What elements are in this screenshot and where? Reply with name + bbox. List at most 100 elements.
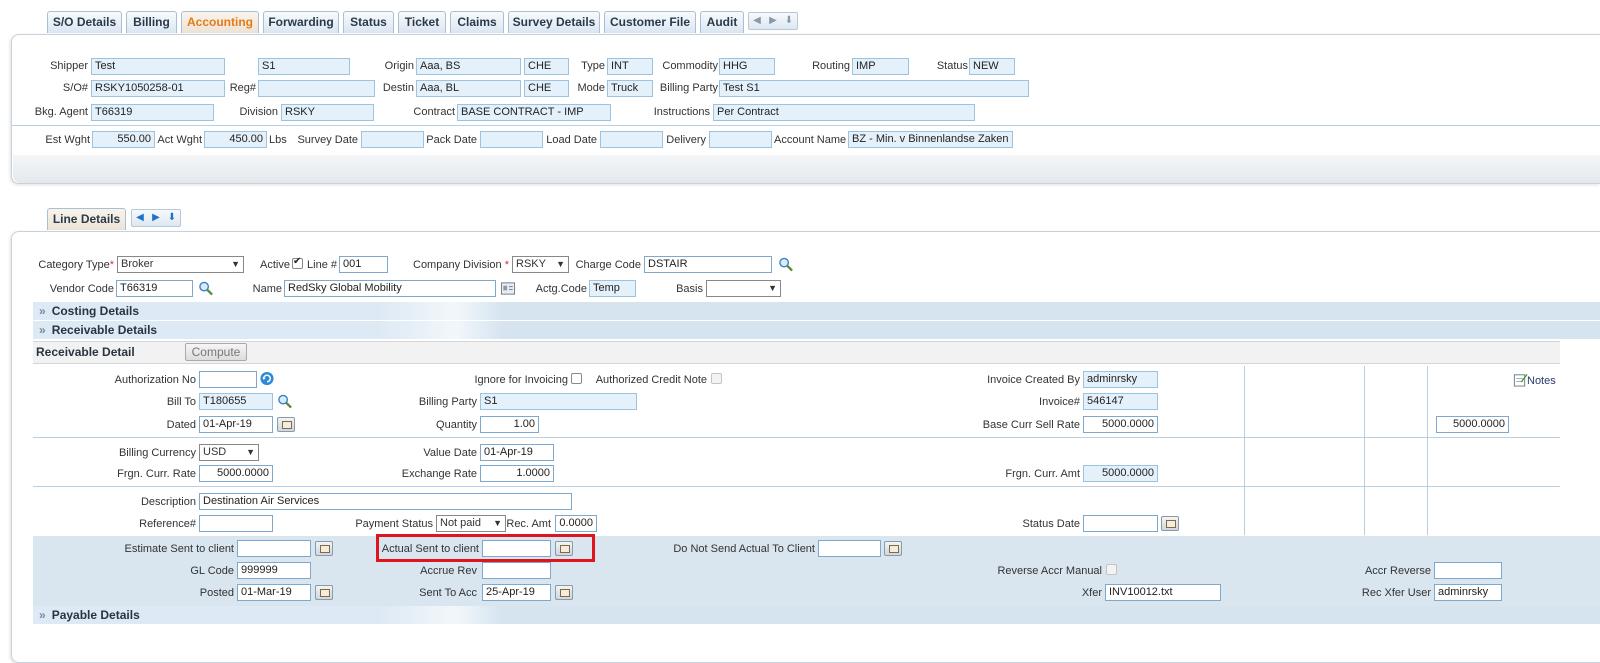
tab-audit[interactable]: Audit bbox=[700, 11, 744, 33]
bill-to-search-icon[interactable] bbox=[277, 394, 293, 409]
frgn-curr-rate-field[interactable]: 5000.0000 bbox=[199, 465, 273, 482]
mode-field[interactable]: Truck bbox=[607, 80, 653, 97]
origin-field[interactable]: Aaa, BS bbox=[416, 58, 521, 75]
tab-status[interactable]: Status bbox=[343, 11, 394, 33]
category-type-select[interactable]: Broker ▼ bbox=[117, 256, 244, 273]
bkg-agent-field[interactable]: T66319 bbox=[91, 104, 214, 121]
load-date-field[interactable] bbox=[600, 131, 663, 148]
tab-line-details[interactable]: Line Details bbox=[47, 208, 126, 230]
posted-calendar-icon[interactable] bbox=[315, 585, 333, 600]
status-date-field[interactable] bbox=[1083, 515, 1158, 532]
contract-field[interactable]: BASE CONTRACT - IMP bbox=[457, 104, 611, 121]
vendor-name-field[interactable]: RedSky Global Mobility bbox=[284, 280, 496, 297]
description-field[interactable]: Destination Air Services bbox=[199, 493, 572, 510]
sent-to-acc-field[interactable]: 25-Apr-19 bbox=[482, 584, 551, 601]
next-icon[interactable]: ▶ bbox=[765, 13, 781, 29]
tab-forwarding[interactable]: Forwarding bbox=[263, 11, 339, 33]
tab-billing[interactable]: Billing bbox=[126, 11, 177, 33]
type-field[interactable]: INT bbox=[607, 58, 653, 75]
est-wght-field[interactable]: 550.00 bbox=[92, 131, 155, 148]
address-card-icon[interactable] bbox=[500, 281, 516, 296]
delivery-field[interactable] bbox=[709, 131, 772, 148]
tab-claims[interactable]: Claims bbox=[450, 11, 504, 33]
download-line-icon[interactable]: ⬇ bbox=[164, 210, 180, 226]
reference-field[interactable] bbox=[199, 515, 273, 532]
gl-code-field[interactable]: 999999 bbox=[237, 562, 311, 579]
do-not-send-field[interactable] bbox=[818, 540, 881, 557]
do-not-send-calendar-icon[interactable] bbox=[884, 541, 902, 556]
compute-button[interactable]: Compute bbox=[185, 343, 247, 361]
payable-details-header[interactable]: » Payable Details bbox=[33, 606, 1600, 624]
charge-code-search-icon[interactable] bbox=[778, 257, 794, 272]
sent-to-acc-calendar-icon[interactable] bbox=[555, 585, 573, 600]
quantity-field[interactable]: 1.00 bbox=[480, 416, 539, 433]
reg-field[interactable] bbox=[258, 80, 375, 97]
frgn-curr-amt-field[interactable]: 5000.0000 bbox=[1083, 465, 1158, 482]
xfer-field[interactable]: INV10012.txt bbox=[1105, 584, 1221, 601]
rec-xfer-user-field[interactable]: adminrsky bbox=[1434, 584, 1502, 601]
account-name-field[interactable]: BZ - Min. v Binnenlandse Zaken bbox=[848, 131, 1013, 148]
actual-sent-calendar-icon[interactable] bbox=[555, 541, 573, 556]
line-number-field[interactable]: 001 bbox=[339, 256, 388, 273]
base-curr-sell-rate-field[interactable]: 5000.0000 bbox=[1083, 416, 1158, 433]
receivable-billing-party-field[interactable]: S1 bbox=[480, 393, 637, 410]
ignore-invoicing-checkbox[interactable] bbox=[571, 373, 582, 384]
payment-status-select[interactable]: Not paid ▼ bbox=[436, 515, 506, 532]
status-date-calendar-icon[interactable] bbox=[1161, 516, 1179, 531]
destin-field[interactable]: Aaa, BL bbox=[416, 80, 521, 97]
estimate-sent-calendar-icon[interactable] bbox=[315, 541, 333, 556]
accrue-rev-field[interactable] bbox=[482, 562, 551, 579]
act-wght-field[interactable]: 450.00 bbox=[204, 131, 267, 148]
tab-accounting[interactable]: Accounting bbox=[181, 11, 259, 33]
vendor-search-icon[interactable] bbox=[198, 281, 214, 296]
commodity-field[interactable]: HHG bbox=[719, 58, 775, 75]
refresh-icon[interactable] bbox=[259, 371, 275, 386]
basis-select[interactable]: ▼ bbox=[706, 280, 781, 297]
rec-amt-field[interactable]: 0.0000 bbox=[555, 515, 597, 532]
notes-icon[interactable] bbox=[1512, 372, 1528, 387]
bill-to-field[interactable]: T180655 bbox=[199, 393, 273, 410]
next-line-icon[interactable]: ▶ bbox=[148, 210, 164, 226]
instructions-field[interactable]: Per Contract bbox=[713, 104, 975, 121]
tab-survey-details[interactable]: Survey Details bbox=[508, 11, 600, 33]
exchange-rate-field[interactable]: 1.0000 bbox=[480, 465, 554, 482]
shipper-suffix-field[interactable]: S1 bbox=[258, 58, 350, 75]
billing-currency-select[interactable]: USD ▼ bbox=[199, 444, 259, 461]
previous-line-icon[interactable]: ◀ bbox=[132, 210, 148, 226]
so-number-field[interactable]: RSKY1050258-01 bbox=[91, 80, 225, 97]
origin-country-field[interactable]: CHE bbox=[524, 58, 569, 75]
estimate-sent-field[interactable] bbox=[237, 540, 311, 557]
survey-date-field[interactable] bbox=[361, 131, 424, 148]
invoice-number-field[interactable]: 546147 bbox=[1083, 393, 1158, 410]
receivable-details-header[interactable]: » Receivable Details bbox=[33, 321, 1600, 339]
posted-field[interactable]: 01-Mar-19 bbox=[237, 584, 311, 601]
reverse-accr-manual-checkbox[interactable] bbox=[1106, 564, 1117, 575]
shipper-field[interactable]: Test bbox=[91, 58, 225, 75]
billing-party-field[interactable]: Test S1 bbox=[719, 80, 1029, 97]
notes-link[interactable]: Notes bbox=[1527, 375, 1556, 387]
active-checkbox[interactable] bbox=[292, 256, 303, 269]
sell-rate-secondary-field[interactable]: 5000.0000 bbox=[1436, 416, 1509, 433]
costing-details-header[interactable]: » Costing Details bbox=[33, 302, 1600, 320]
download-icon[interactable]: ⬇ bbox=[781, 13, 797, 29]
vendor-code-field[interactable]: T66319 bbox=[116, 280, 193, 297]
dated-calendar-icon[interactable] bbox=[277, 417, 295, 432]
routing-field[interactable]: IMP bbox=[852, 58, 909, 75]
tab-customer-file[interactable]: Customer File bbox=[604, 11, 696, 33]
status-field[interactable]: NEW bbox=[969, 58, 1015, 75]
division-field[interactable]: RSKY bbox=[281, 104, 374, 121]
pack-date-field[interactable] bbox=[480, 131, 543, 148]
previous-icon[interactable]: ◀ bbox=[749, 13, 765, 29]
authorization-no-field[interactable] bbox=[199, 371, 257, 388]
authorized-credit-note-checkbox[interactable] bbox=[711, 373, 722, 384]
charge-code-field[interactable]: DSTAIR bbox=[644, 256, 772, 273]
accr-reverse-field[interactable] bbox=[1434, 562, 1502, 579]
value-date-field[interactable]: 01-Apr-19 bbox=[480, 444, 554, 461]
company-division-select[interactable]: RSKY ▼ bbox=[512, 256, 569, 273]
destin-country-field[interactable]: CHE bbox=[524, 80, 569, 97]
dated-field[interactable]: 01-Apr-19 bbox=[199, 416, 273, 433]
tab-so-details[interactable]: S/O Details bbox=[47, 11, 122, 33]
invoice-created-by-field[interactable]: adminrsky bbox=[1083, 371, 1158, 388]
actual-sent-field[interactable] bbox=[482, 540, 551, 557]
actg-code-field[interactable]: Temp bbox=[589, 280, 636, 297]
